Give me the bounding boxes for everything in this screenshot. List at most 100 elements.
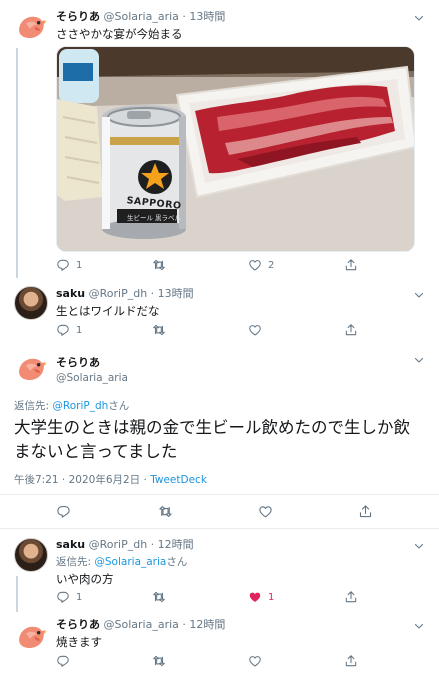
reply-count: 1 — [76, 259, 83, 271]
reply-to-line: 返信先: @RoriP_dhさん — [14, 398, 129, 413]
dot-separator: · — [150, 287, 155, 300]
reply-button[interactable]: 1 — [56, 590, 152, 604]
tweet-header: saku @RoriP_dh · 12時間 — [56, 538, 425, 552]
like-button[interactable] — [258, 504, 354, 519]
reply-to-prefix: 返信先: — [56, 556, 95, 568]
timestamp[interactable]: 午後7:21 · 2020年6月2日 — [14, 474, 140, 486]
reply-icon — [56, 504, 71, 519]
liked-heart-icon — [248, 590, 262, 604]
display-name[interactable]: そらりあ — [56, 354, 425, 370]
chevron-down-icon[interactable] — [413, 289, 425, 304]
tweet-time[interactable]: 12時間 — [189, 618, 225, 631]
display-name[interactable]: そらりあ — [56, 618, 100, 631]
reply-tweet-1[interactable]: saku @RoriP_dh · 12時間 返信先: @Solaria_aria… — [0, 532, 439, 612]
user-handle[interactable]: @RoriP_dh — [89, 287, 148, 300]
tweet-time[interactable]: 12時間 — [158, 538, 194, 551]
chevron-down-icon[interactable] — [413, 540, 425, 555]
tweet-actions — [56, 654, 364, 668]
thread-line — [16, 576, 18, 612]
reply-to-suffix: さん — [108, 400, 130, 412]
retweet-icon — [152, 323, 166, 337]
retweet-button[interactable] — [152, 590, 248, 604]
tweet-text: 大学生のときは親の金で生ビール飲めたので生しか飲まないと言ってました — [14, 418, 410, 461]
like-button[interactable] — [248, 323, 344, 337]
retweet-icon — [152, 590, 166, 604]
reply-to-suffix: さん — [166, 556, 188, 568]
tweet-text: ささやかな宴が今始まる — [56, 27, 183, 41]
retweet-button[interactable] — [152, 258, 248, 272]
tweet-meta: 午後7:21 · 2020年6月2日 · TweetDeck — [14, 472, 207, 487]
chevron-down-icon[interactable] — [413, 354, 425, 369]
reply-to-handle[interactable]: @Solaria_aria — [94, 556, 166, 568]
share-button[interactable] — [358, 504, 378, 519]
reply-icon — [56, 258, 70, 272]
like-icon — [258, 504, 273, 519]
reply-icon — [56, 323, 70, 337]
like-button[interactable]: 2 — [248, 258, 344, 272]
tweet-text: いや肉の方 — [56, 572, 114, 586]
like-count: 1 — [268, 591, 275, 603]
display-name[interactable]: saku — [56, 538, 85, 551]
tweet-actions: 1 2 — [56, 258, 364, 272]
chevron-down-icon[interactable] — [413, 12, 425, 27]
share-icon — [344, 258, 358, 272]
section-divider — [0, 528, 439, 529]
tweet-time[interactable]: 13時間 — [189, 10, 225, 23]
user-handle[interactable]: @Solaria_aria — [56, 372, 425, 384]
retweet-button[interactable] — [152, 323, 248, 337]
avatar[interactable] — [14, 620, 48, 654]
focused-tweet[interactable]: そらりあ @Solaria_aria 返信先: @RoriP_dhさん 大学生の… — [0, 346, 439, 526]
user-handle[interactable]: @RoriP_dh — [89, 538, 148, 551]
reply-to-prefix: 返信先: — [14, 400, 53, 412]
avatar[interactable] — [14, 538, 48, 572]
share-icon — [358, 504, 373, 519]
like-button[interactable]: 1 — [248, 590, 344, 604]
tweet-time[interactable]: 13時間 — [158, 287, 194, 300]
reply-button[interactable]: 1 — [56, 258, 152, 272]
tweet-header: そらりあ @Solaria_aria · 12時間 — [56, 618, 425, 632]
can-sub-label: 生ビール 黒ラベル — [126, 214, 182, 222]
tweet-2[interactable]: saku @RoriP_dh · 13時間 生とはワイルドだな 1 — [0, 282, 439, 344]
reply-button[interactable]: 1 — [56, 323, 152, 337]
share-icon — [344, 654, 358, 668]
reply-to-line: 返信先: @Solaria_ariaさん — [56, 554, 425, 569]
tweet-1[interactable]: そらりあ @Solaria_aria · 13時間 ささやかな宴が今始まる SA… — [0, 0, 439, 278]
tweet-actions: 1 — [56, 323, 364, 337]
divider — [0, 494, 439, 495]
dot-separator: · — [150, 538, 155, 551]
share-icon — [344, 323, 358, 337]
like-count: 2 — [268, 259, 275, 271]
reply-tweet-2[interactable]: そらりあ @Solaria_aria · 12時間 焼きます — [0, 612, 439, 680]
dot-separator: · — [182, 618, 186, 631]
retweet-icon — [158, 504, 173, 519]
display-name[interactable]: saku — [56, 287, 85, 300]
share-icon — [344, 590, 358, 604]
reply-button[interactable] — [56, 654, 152, 668]
like-button[interactable] — [248, 654, 344, 668]
retweet-icon — [152, 258, 166, 272]
share-button[interactable] — [344, 258, 364, 272]
tweet-text: 生とはワイルドだな — [56, 304, 160, 318]
retweet-button[interactable] — [152, 654, 248, 668]
reply-count: 1 — [76, 324, 83, 336]
reply-to-handle[interactable]: @RoriP_dh — [52, 400, 108, 412]
user-handle[interactable]: @Solaria_aria — [104, 618, 179, 631]
avatar[interactable] — [14, 286, 48, 320]
avatar[interactable] — [14, 10, 48, 44]
user-handle[interactable]: @Solaria_aria — [104, 10, 179, 23]
share-button[interactable] — [344, 323, 364, 337]
photo-illustration — [57, 47, 414, 251]
share-button[interactable] — [344, 590, 364, 604]
tweet-actions: 1 1 — [56, 590, 364, 604]
bird-avatar-icon — [14, 352, 48, 386]
like-icon — [248, 323, 262, 337]
display-name[interactable]: そらりあ — [56, 10, 100, 23]
avatar[interactable] — [14, 352, 48, 386]
tweet-header: saku @RoriP_dh · 13時間 — [56, 287, 425, 301]
tweet-photo[interactable]: SAPPORO 生ビール 黒ラベル — [56, 46, 415, 252]
retweet-button[interactable] — [158, 504, 254, 519]
client-link[interactable]: TweetDeck — [150, 474, 207, 486]
chevron-down-icon[interactable] — [413, 620, 425, 635]
share-button[interactable] — [344, 654, 364, 668]
reply-button[interactable] — [56, 504, 152, 519]
